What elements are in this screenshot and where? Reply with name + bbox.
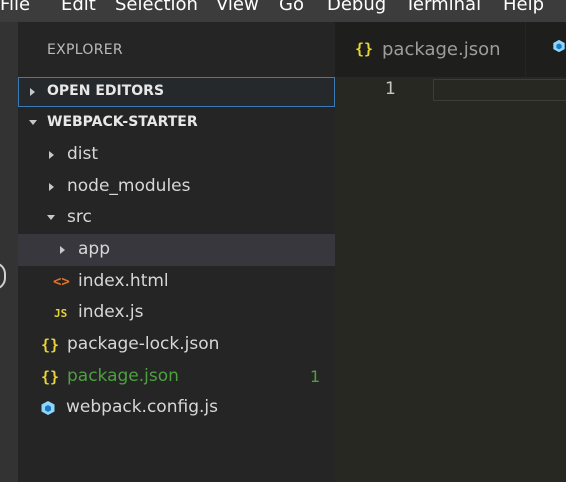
tab-package-json[interactable]: {} package.json <box>335 22 526 77</box>
drag-handle-icon[interactable] <box>0 262 6 290</box>
chevron-right-icon <box>60 246 65 254</box>
tree-item-label: webpack.config.js <box>66 397 218 417</box>
tree-item-label: index.js <box>78 302 144 322</box>
tree-item-app[interactable]: app <box>18 234 335 266</box>
js-file-icon: JS <box>54 307 68 320</box>
chevron-down-icon <box>29 120 37 125</box>
tree-item-label: dist <box>67 144 99 164</box>
menu-debug[interactable]: Debug <box>327 0 386 15</box>
tab-label: package.json <box>382 39 501 60</box>
tree-item-package-lock[interactable]: {} package-lock.json <box>18 329 335 361</box>
chevron-right-icon <box>30 88 35 96</box>
menu-view[interactable]: View <box>216 0 259 15</box>
project-label: WEBPACK-STARTER <box>47 114 198 130</box>
json-file-icon: {} <box>355 40 374 58</box>
html-file-icon: <> <box>53 274 70 290</box>
tab-bar: {} package.json <box>335 22 566 77</box>
chevron-right-icon <box>49 151 54 159</box>
json-file-icon: {} <box>41 336 60 354</box>
tree-item-dist[interactable]: dist <box>18 139 335 171</box>
explorer-title: EXPLORER <box>47 42 123 58</box>
line-number: 1 <box>385 79 396 99</box>
editor-area[interactable]: {} package.json 1 <box>335 22 566 482</box>
open-editors-label: OPEN EDITORS <box>47 83 165 99</box>
menu-selection[interactable]: Selection <box>115 0 198 15</box>
menu-go[interactable]: Go <box>279 0 304 15</box>
tree-item-label: node_modules <box>67 176 191 196</box>
open-editors-section[interactable]: OPEN EDITORS <box>18 77 335 107</box>
tree-item-index-html[interactable]: <> index.html <box>18 266 335 298</box>
json-file-icon: {} <box>41 368 60 386</box>
activity-bar <box>0 22 18 482</box>
menu-terminal[interactable]: Terminal <box>405 0 481 15</box>
tree-item-node-modules[interactable]: node_modules <box>18 171 335 203</box>
explorer-sidebar: EXPLORER OPEN EDITORS WEBPACK-STARTER di… <box>18 22 335 482</box>
chevron-down-icon <box>47 215 55 220</box>
problem-count-badge: 1 <box>310 367 321 386</box>
tree-item-package-json[interactable]: {} package.json 1 <box>18 361 335 393</box>
menu-bar: File Edit Selection View Go Debug Termin… <box>0 0 566 22</box>
webpack-cube-icon[interactable] <box>552 38 566 54</box>
tree-item-label: index.html <box>78 271 169 291</box>
tree-item-src[interactable]: src <box>18 202 335 234</box>
menu-help[interactable]: Help <box>503 0 544 15</box>
tree-item-index-js[interactable]: JS index.js <box>18 297 335 329</box>
tree-item-label: app <box>78 239 110 259</box>
menu-edit[interactable]: Edit <box>61 0 96 15</box>
webpack-cube-icon <box>41 401 55 415</box>
tree-item-label: package-lock.json <box>67 334 220 354</box>
chevron-right-icon <box>49 183 54 191</box>
tree-item-webpack-config[interactable]: webpack.config.js <box>18 392 335 424</box>
menu-file[interactable]: File <box>0 0 30 15</box>
tree-item-label: package.json <box>67 366 179 386</box>
tree-item-label: src <box>67 207 92 227</box>
current-line-highlight[interactable] <box>433 79 566 101</box>
project-section[interactable]: WEBPACK-STARTER <box>18 108 335 138</box>
